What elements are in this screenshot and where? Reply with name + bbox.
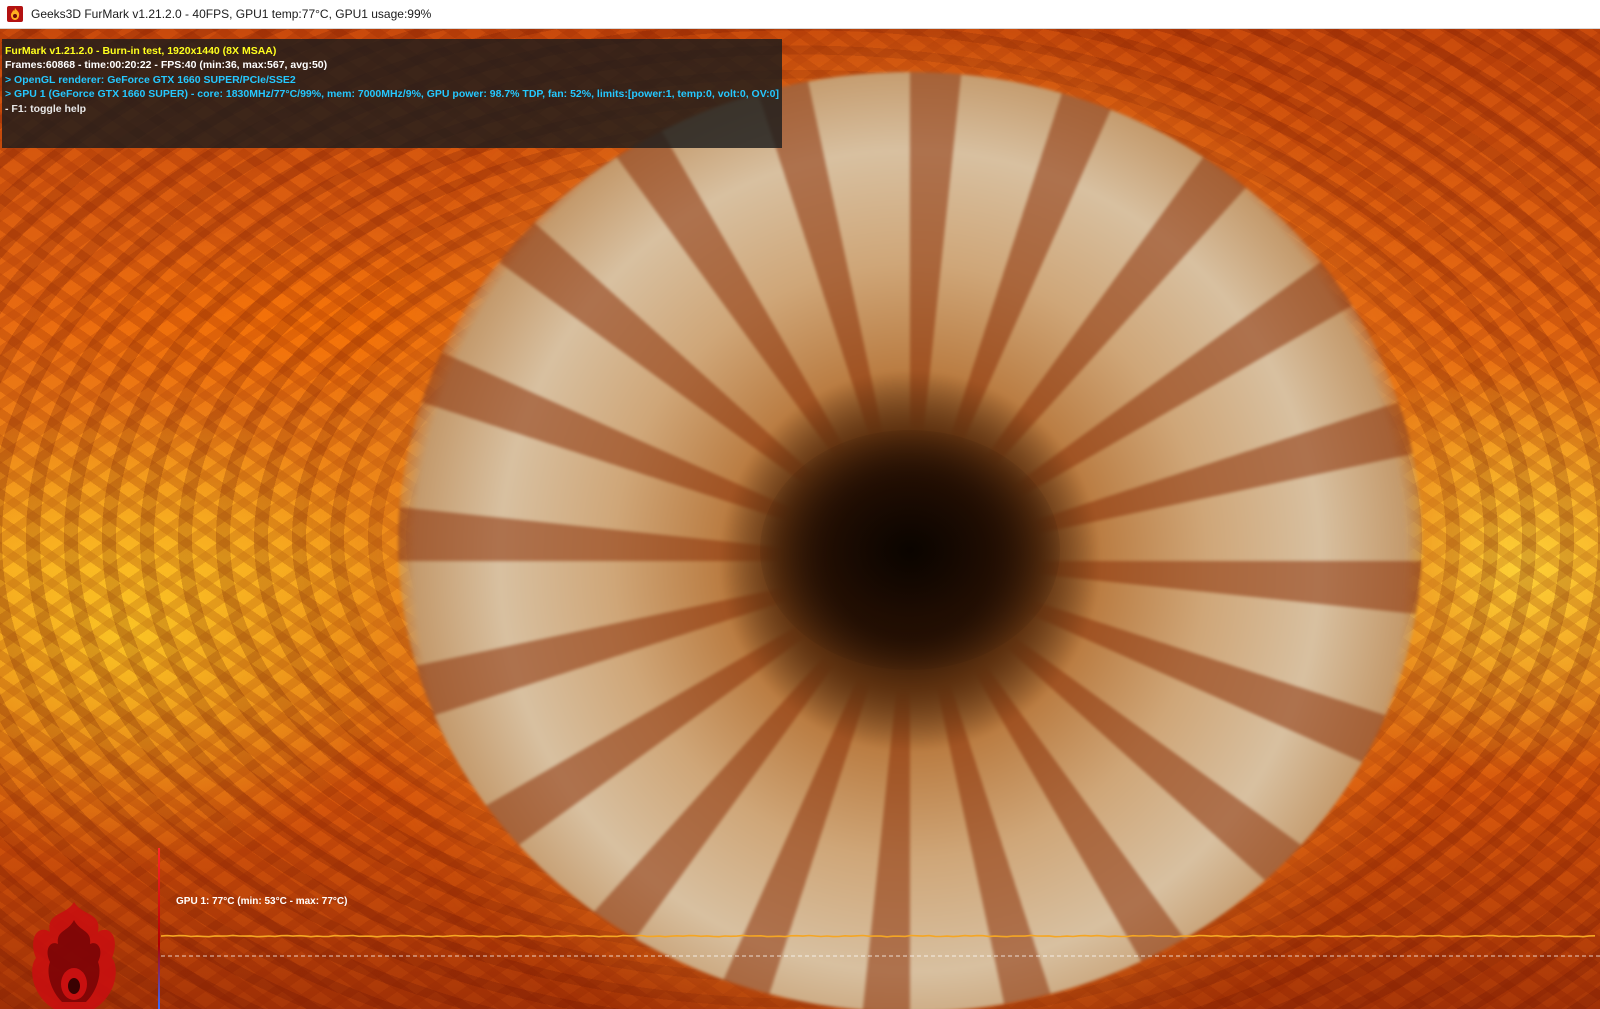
- window-title: Geeks3D FurMark v1.21.2.0 - 40FPS, GPU1 …: [31, 7, 432, 21]
- hud-renderer-line: > OpenGL renderer: GeForce GTX 1660 SUPE…: [5, 73, 296, 86]
- temp-curve: [161, 934, 1596, 938]
- hud-frames-line: Frames:60868 - time:00:20:22 - FPS:40 (m…: [5, 59, 328, 72]
- hud-info-panel: FurMark v1.21.2.0 - Burn-in test, 1920x1…: [2, 39, 782, 148]
- fur-donut-center: [760, 430, 1060, 670]
- hud-help-line: - F1: toggle help: [5, 102, 87, 115]
- furmark-window: Geeks3D FurMark v1.21.2.0 - 40FPS, GPU1 …: [0, 0, 1600, 1009]
- gpu-temp-graph: [161, 934, 1600, 957]
- furmark-flame-icon: [7, 6, 23, 22]
- graph-axis-line: [158, 848, 160, 1009]
- title-bar[interactable]: Geeks3D FurMark v1.21.2.0 - 40FPS, GPU1 …: [0, 0, 1600, 29]
- furmark-logo: [32, 902, 116, 1009]
- hud-title-line: FurMark v1.21.2.0 - Burn-in test, 1920x1…: [5, 45, 277, 57]
- hud-gpu-line: > GPU 1 (GeForce GTX 1660 SUPER) - core:…: [5, 88, 779, 101]
